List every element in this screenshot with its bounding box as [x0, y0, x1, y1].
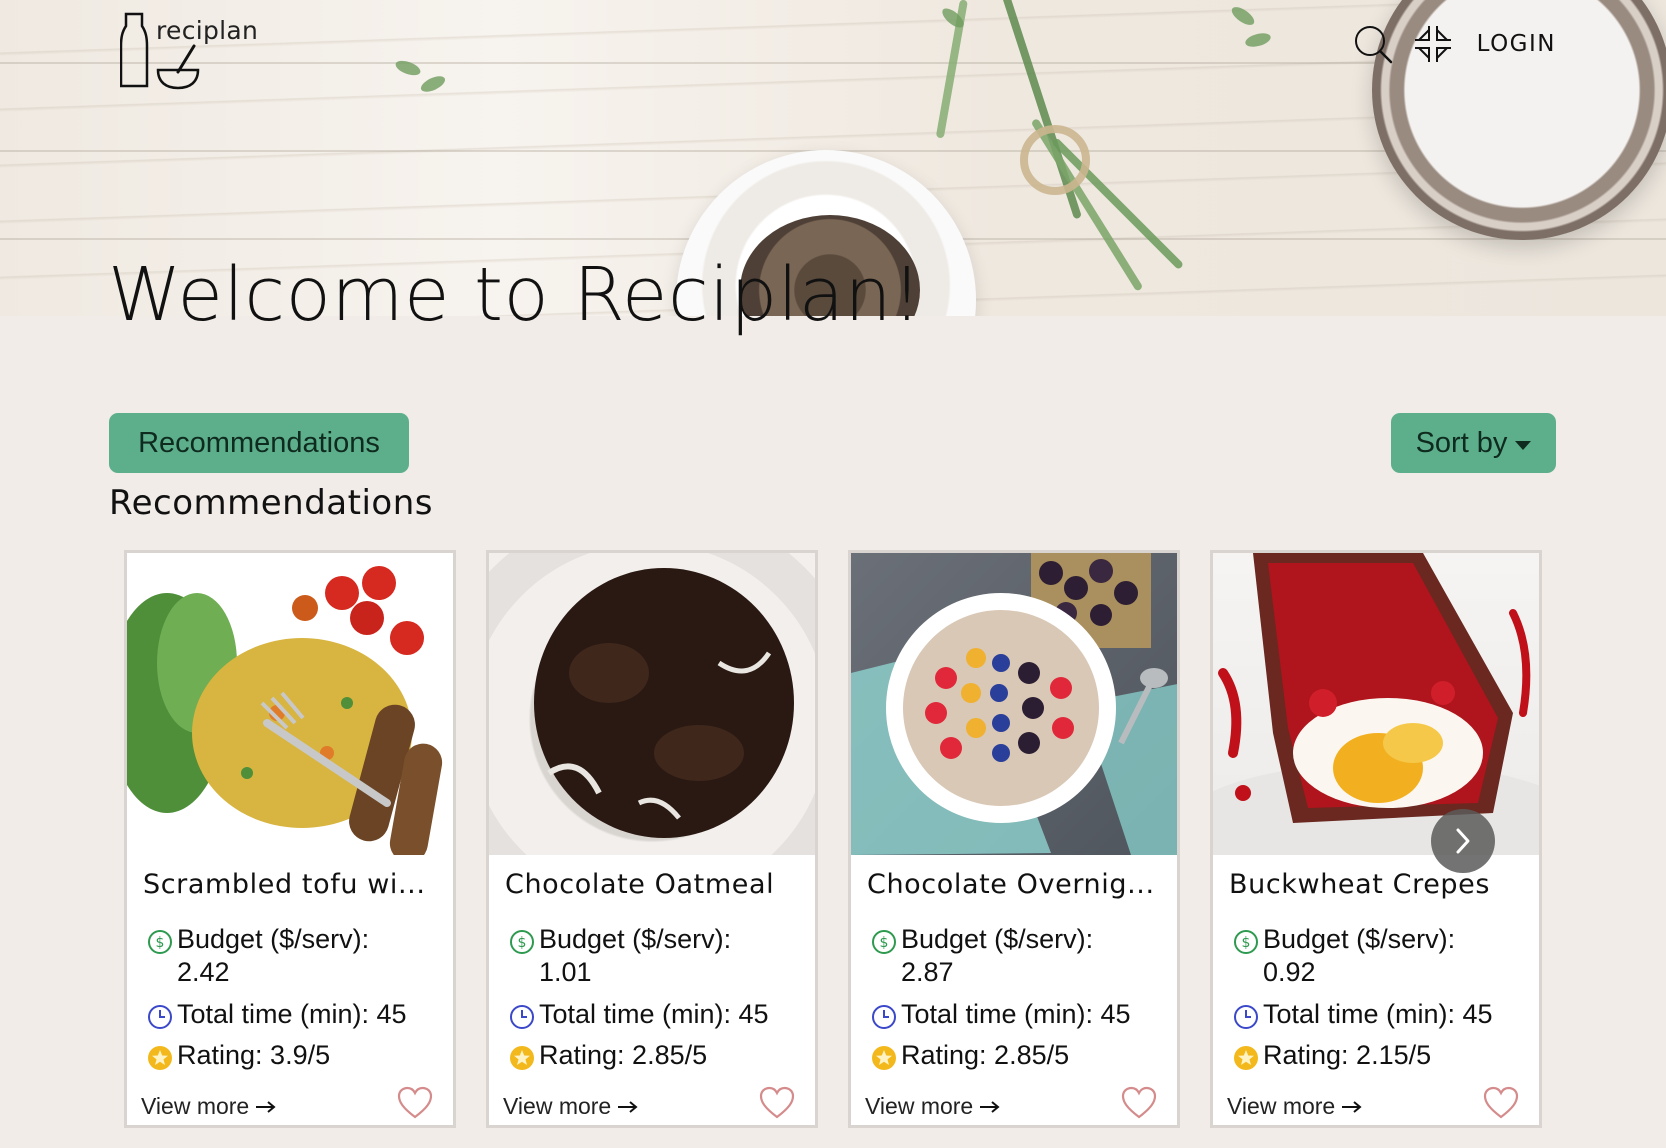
star-icon: [510, 1046, 534, 1070]
page-title: Welcome to Reciplan!: [108, 252, 923, 338]
rating-stat: Rating: 2.15/5: [1233, 1039, 1431, 1072]
time-text: Total time (min): 45: [177, 999, 407, 1029]
dollar-circle-icon: $: [148, 930, 172, 954]
rating-stat: Rating: 3.9/5: [147, 1039, 330, 1072]
compress-arrows-icon[interactable]: [1411, 22, 1455, 66]
budget-stat: $ Budget ($/serv): 1.01: [509, 923, 809, 989]
carousel-next-button[interactable]: [1431, 809, 1495, 873]
budget-label: Budget ($/serv):: [539, 924, 732, 954]
view-more-label: View more: [865, 1093, 974, 1119]
recipe-name[interactable]: Chocolate Overnig...: [867, 869, 1167, 900]
search-icon[interactable]: [1351, 22, 1395, 66]
view-more-link[interactable]: View more: [503, 1093, 639, 1120]
star-icon: [872, 1046, 896, 1070]
budget-label: Budget ($/serv):: [177, 924, 370, 954]
view-more-link[interactable]: View more: [141, 1093, 277, 1120]
time-text: Total time (min): 45: [539, 999, 769, 1029]
top-nav: LOGIN: [1351, 22, 1556, 66]
rating-text: Rating: 2.85/5: [539, 1040, 708, 1070]
arrow-right-icon: [980, 1100, 1000, 1113]
recipe-image[interactable]: [489, 553, 815, 855]
time-text: Total time (min): 45: [901, 999, 1131, 1029]
recipe-name[interactable]: Scrambled tofu wi...: [143, 869, 443, 900]
star-icon: [148, 1046, 172, 1070]
view-more-label: View more: [503, 1093, 612, 1119]
recipe-name[interactable]: Buckwheat Crepes: [1229, 869, 1529, 900]
svg-text:$: $: [156, 935, 165, 951]
heart-icon[interactable]: [1483, 1086, 1519, 1120]
heart-icon[interactable]: [397, 1086, 433, 1120]
time-stat: Total time (min): 45: [509, 998, 769, 1031]
arrow-right-icon: [1342, 1100, 1362, 1113]
clock-icon: [1234, 1005, 1258, 1029]
budget-label: Budget ($/serv):: [1263, 924, 1456, 954]
recommendations-button[interactable]: Recommendations: [109, 413, 409, 473]
rating-text: Rating: 2.85/5: [901, 1040, 1070, 1070]
budget-stat: $ Budget ($/serv): 2.87: [871, 923, 1171, 989]
svg-text:$: $: [1242, 935, 1251, 951]
dollar-circle-icon: $: [510, 930, 534, 954]
heart-icon[interactable]: [759, 1086, 795, 1120]
budget-stat: $ Budget ($/serv): 2.42: [147, 923, 447, 989]
budget-label: Budget ($/serv):: [901, 924, 1094, 954]
arrow-right-icon: [618, 1100, 638, 1113]
budget-value: 1.01: [539, 957, 592, 987]
budget-stat: $ Budget ($/serv): 0.92: [1233, 923, 1533, 989]
svg-text:$: $: [518, 935, 527, 951]
budget-value: 0.92: [1263, 957, 1316, 987]
view-more-label: View more: [141, 1093, 250, 1119]
section-title: Recommendations: [109, 483, 433, 523]
sort-by-button[interactable]: Sort by: [1391, 413, 1556, 473]
view-more-link[interactable]: View more: [1227, 1093, 1363, 1120]
chevron-right-icon: [1456, 828, 1470, 854]
time-stat: Total time (min): 45: [1233, 998, 1493, 1031]
recipe-image[interactable]: [851, 553, 1177, 855]
view-more-link[interactable]: View more: [865, 1093, 1001, 1120]
recipe-card[interactable]: Scrambled tofu wi... $ Budget ($/serv): …: [124, 550, 456, 1128]
clock-icon: [872, 1005, 896, 1029]
budget-value: 2.87: [901, 957, 954, 987]
star-icon: [1234, 1046, 1258, 1070]
recipe-name[interactable]: Chocolate Oatmeal: [505, 869, 805, 900]
svg-text:$: $: [880, 935, 889, 951]
recipe-card[interactable]: Chocolate Overnig... $ Budget ($/serv): …: [848, 550, 1180, 1128]
rating-stat: Rating: 2.85/5: [871, 1039, 1069, 1072]
recipe-carousel: Scrambled tofu wi... $ Budget ($/serv): …: [124, 550, 1542, 1128]
arrow-right-icon: [256, 1100, 276, 1113]
recipe-card[interactable]: Chocolate Oatmeal $ Budget ($/serv): 1.0…: [486, 550, 818, 1128]
time-stat: Total time (min): 45: [871, 998, 1131, 1031]
dollar-circle-icon: $: [872, 930, 896, 954]
time-text: Total time (min): 45: [1263, 999, 1493, 1029]
recipe-image[interactable]: [127, 553, 453, 855]
heart-icon[interactable]: [1121, 1086, 1157, 1120]
rating-text: Rating: 2.15/5: [1263, 1040, 1432, 1070]
caret-down-icon: [1515, 440, 1532, 450]
rating-stat: Rating: 2.85/5: [509, 1039, 707, 1072]
budget-value: 2.42: [177, 957, 230, 987]
recipe-image[interactable]: [1213, 553, 1539, 855]
rating-text: Rating: 3.9/5: [177, 1040, 331, 1070]
login-link[interactable]: LOGIN: [1477, 31, 1556, 57]
sort-by-label: Sort by: [1415, 426, 1508, 459]
clock-icon: [510, 1005, 534, 1029]
time-stat: Total time (min): 45: [147, 998, 407, 1031]
view-more-label: View more: [1227, 1093, 1336, 1119]
logo-text: reciplan: [156, 16, 259, 45]
dollar-circle-icon: $: [1234, 930, 1258, 954]
clock-icon: [148, 1005, 172, 1029]
